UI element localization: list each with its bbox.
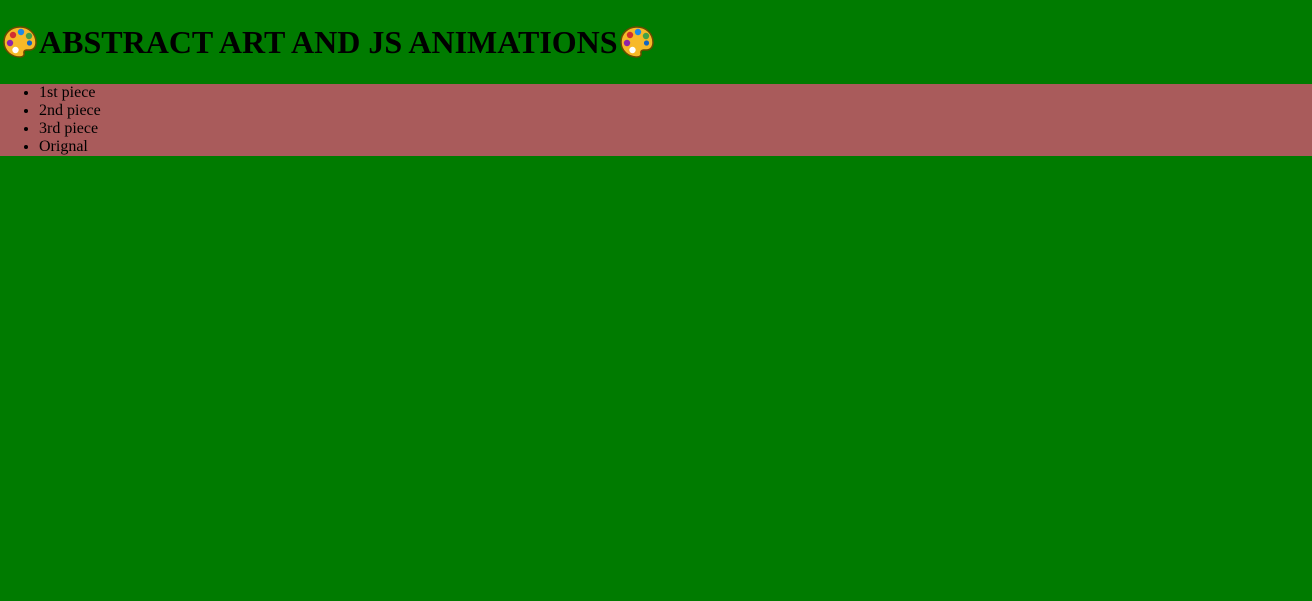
page-title: ABSTRACT ART AND JS ANIMATIONS	[2, 24, 655, 60]
nav-bar: 1st piece 2nd piece 3rd piece Orignal	[0, 84, 1312, 156]
nav-item-original[interactable]: Orignal	[39, 138, 1312, 156]
nav-item-2nd-piece[interactable]: 2nd piece	[39, 102, 1312, 120]
page: ABSTRACT ART AND JS ANIMATIONS 1st piece…	[0, 0, 1312, 601]
palette-icon	[2, 24, 38, 60]
nav-list: 1st piece 2nd piece 3rd piece Orignal	[0, 84, 1312, 156]
header: ABSTRACT ART AND JS ANIMATIONS	[0, 0, 1312, 84]
palette-icon	[619, 24, 655, 60]
page-title-text: ABSTRACT ART AND JS ANIMATIONS	[39, 24, 618, 60]
nav-item-1st-piece[interactable]: 1st piece	[39, 84, 1312, 102]
nav-item-3rd-piece[interactable]: 3rd piece	[39, 120, 1312, 138]
